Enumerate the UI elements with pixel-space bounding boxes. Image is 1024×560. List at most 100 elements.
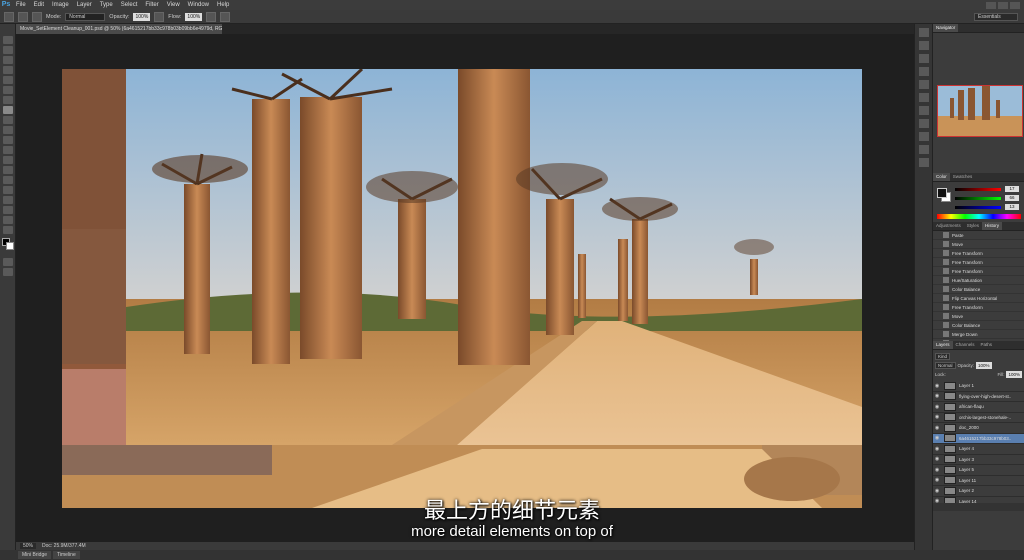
- visibility-eye-icon[interactable]: ◉: [933, 456, 941, 462]
- history-source-checkbox[interactable]: [935, 313, 941, 319]
- tool-preset-icon[interactable]: [4, 11, 14, 22]
- layer-name[interactable]: flying-over-high-desert-st...: [959, 394, 1011, 399]
- history-source-checkbox[interactable]: [935, 304, 941, 310]
- tab-channels[interactable]: Channels: [953, 341, 978, 349]
- menu-window[interactable]: Window: [184, 0, 213, 10]
- brush-preset-icon[interactable]: [18, 11, 28, 22]
- info-panel-icon[interactable]: [918, 54, 929, 63]
- tab-styles[interactable]: Styles: [964, 222, 982, 230]
- hand-tool-icon[interactable]: [3, 216, 13, 224]
- shape-tool-icon[interactable]: [3, 206, 13, 214]
- notes-panel-icon[interactable]: [918, 158, 929, 167]
- 3d-panel-icon[interactable]: [918, 145, 929, 154]
- tab-layers[interactable]: Layers: [933, 341, 953, 349]
- actions-panel-icon[interactable]: [918, 106, 929, 115]
- history-source-checkbox[interactable]: [935, 268, 941, 274]
- navigator-thumbnail[interactable]: [937, 85, 1023, 137]
- visibility-eye-icon[interactable]: ◉: [933, 414, 941, 420]
- tab-color[interactable]: Color: [933, 173, 950, 181]
- menu-type[interactable]: Type: [96, 0, 117, 10]
- visibility-eye-icon[interactable]: ◉: [933, 393, 941, 399]
- visibility-eye-icon[interactable]: ◉: [933, 383, 941, 389]
- history-item[interactable]: Merge Down: [933, 330, 1024, 339]
- pressure-size-icon[interactable]: [220, 11, 231, 22]
- maximize-button[interactable]: [998, 1, 1008, 9]
- eyedropper-tool-icon[interactable]: [3, 86, 13, 94]
- quick-mask-icon[interactable]: [3, 258, 13, 266]
- blur-tool-icon[interactable]: [3, 156, 13, 164]
- layer-row[interactable]: ◉ orchis-largest-stonehale-...: [933, 413, 1024, 423]
- minimize-button[interactable]: [986, 1, 996, 9]
- history-item[interactable]: Paste: [933, 231, 1024, 240]
- eraser-tool-icon[interactable]: [3, 136, 13, 144]
- layer-row[interactable]: ◉ Layer 14: [933, 497, 1024, 503]
- screen-mode-icon[interactable]: [3, 268, 13, 276]
- layer-name[interactable]: Layer 14: [959, 499, 1011, 503]
- doc-size-info[interactable]: Doc: 25.9M/377.4M: [42, 543, 86, 549]
- menu-image[interactable]: Image: [48, 0, 73, 10]
- visibility-eye-icon[interactable]: ◉: [933, 498, 941, 503]
- marquee-tool-icon[interactable]: [3, 46, 13, 54]
- menu-layer[interactable]: Layer: [73, 0, 96, 10]
- history-source-checkbox[interactable]: [935, 259, 941, 265]
- layer-name[interactable]: Layer 4: [959, 446, 1011, 451]
- close-button[interactable]: [1010, 1, 1020, 9]
- airbrush-icon[interactable]: [206, 11, 217, 22]
- layer-row[interactable]: ◉ Layer 2: [933, 486, 1024, 497]
- history-item[interactable]: Move: [933, 240, 1024, 249]
- visibility-eye-icon[interactable]: ◉: [933, 488, 941, 494]
- tool-presets-panel-icon[interactable]: [918, 132, 929, 141]
- workspace-select[interactable]: Essentials: [974, 13, 1018, 21]
- menu-file[interactable]: File: [12, 0, 30, 10]
- visibility-eye-icon[interactable]: ◉: [933, 446, 941, 452]
- brush-tool-icon[interactable]: [3, 106, 13, 114]
- history-item[interactable]: Hue/Saturation: [933, 276, 1024, 285]
- pressure-opacity-icon[interactable]: [154, 11, 165, 22]
- history-source-checkbox[interactable]: [935, 250, 941, 256]
- menu-view[interactable]: View: [163, 0, 184, 10]
- layer-name[interactable]: african-flaqu: [959, 404, 1011, 409]
- layer-row[interactable]: ◉ doc_2000: [933, 423, 1024, 434]
- path-select-tool-icon[interactable]: [3, 196, 13, 204]
- layer-row[interactable]: ◉ Layer 1: [933, 381, 1024, 392]
- history-item[interactable]: Color Balance: [933, 285, 1024, 294]
- history-source-checkbox[interactable]: [935, 295, 941, 301]
- history-item[interactable]: Free Transform: [933, 303, 1024, 312]
- blue-value[interactable]: 13: [1005, 204, 1019, 210]
- menu-filter[interactable]: Filter: [141, 0, 162, 10]
- visibility-eye-icon[interactable]: ◉: [933, 425, 941, 431]
- tab-swatches[interactable]: Swatches: [950, 173, 976, 181]
- quick-select-tool-icon[interactable]: [3, 66, 13, 74]
- healing-tool-icon[interactable]: [3, 96, 13, 104]
- pen-tool-icon[interactable]: [3, 176, 13, 184]
- color-swatches[interactable]: [2, 238, 14, 254]
- history-item[interactable]: Free Transform: [933, 267, 1024, 276]
- layer-name[interactable]: 6a4615217bb33c978b03...: [959, 436, 1011, 441]
- layer-filter-kind[interactable]: Kind: [935, 353, 951, 360]
- zoom-tool-icon[interactable]: [3, 226, 13, 234]
- tab-paths[interactable]: Paths: [978, 341, 996, 349]
- background-color-swatch[interactable]: [6, 242, 14, 250]
- history-source-checkbox[interactable]: [935, 286, 941, 292]
- green-slider[interactable]: [955, 197, 1001, 200]
- blue-slider[interactable]: [955, 206, 1001, 209]
- brush-panel-icon[interactable]: [918, 67, 929, 76]
- tab-history[interactable]: History: [982, 222, 1003, 230]
- visibility-eye-icon[interactable]: ◉: [933, 404, 941, 410]
- move-tool-icon[interactable]: [3, 36, 13, 44]
- layer-opacity-field[interactable]: 100%: [976, 362, 992, 369]
- layer-fill-field[interactable]: 100%: [1006, 371, 1022, 378]
- layer-name[interactable]: orchis-largest-stonehale-...: [959, 415, 1011, 420]
- visibility-eye-icon[interactable]: ◉: [933, 435, 941, 441]
- flow-field[interactable]: 100%: [185, 12, 203, 21]
- opacity-field[interactable]: 100%: [133, 12, 151, 21]
- history-item[interactable]: Free Transform: [933, 249, 1024, 258]
- crop-tool-icon[interactable]: [3, 76, 13, 84]
- layer-row[interactable]: ◉ african-flaqu: [933, 402, 1024, 413]
- color-panel-foreground-swatch[interactable]: [937, 188, 947, 198]
- history-item[interactable]: Flip Canvas Horizontal: [933, 294, 1024, 303]
- history-panel-icon[interactable]: [918, 28, 929, 37]
- dodge-tool-icon[interactable]: [3, 166, 13, 174]
- mode-select[interactable]: Normal: [65, 12, 106, 21]
- history-item[interactable]: Move: [933, 312, 1024, 321]
